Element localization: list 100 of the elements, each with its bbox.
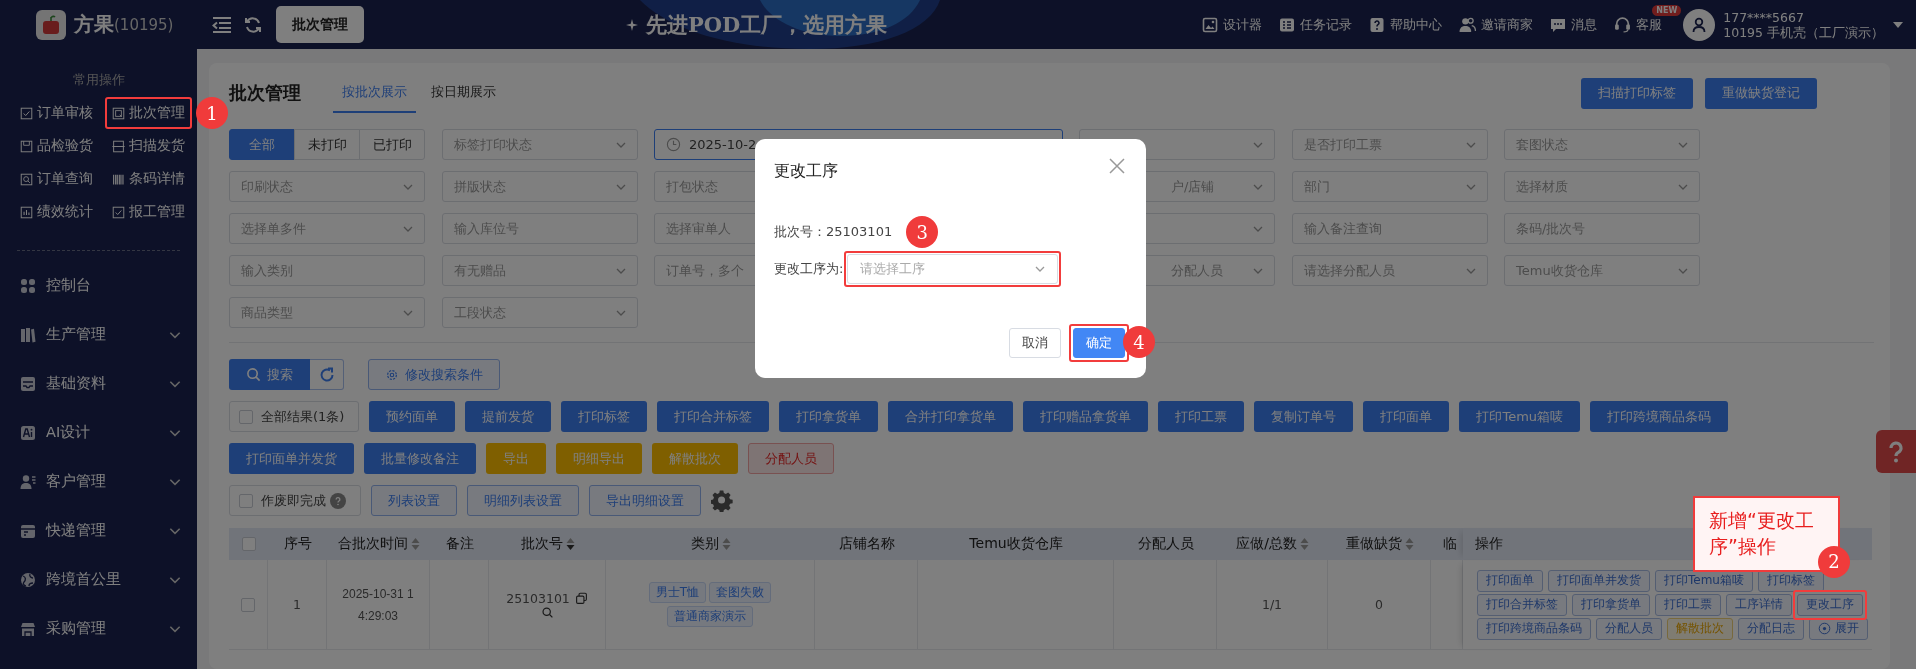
filter-segment[interactable]: 已打印 [359, 129, 425, 160]
quick-link[interactable]: 订单查询 [17, 167, 96, 191]
store-icon [20, 620, 36, 637]
header-link[interactable]: 消息 [1550, 15, 1598, 34]
action-button[interactable]: 打印赠品拿货单 [1023, 401, 1149, 432]
row-action-button[interactable]: 打印面单 [1477, 569, 1543, 592]
modify-search-button[interactable]: 修改搜索条件 [368, 359, 500, 390]
checkbox[interactable] [239, 493, 253, 508]
filter-segment[interactable]: 未打印 [294, 129, 360, 160]
category-tag: 男士T恤 [648, 582, 707, 603]
batch-number: 25103101 [506, 590, 570, 606]
sparkle-icon [626, 18, 638, 31]
page-title: 批次管理 [229, 81, 301, 105]
row-action-button[interactable]: 工序详情 [1726, 593, 1792, 616]
sidebar-item[interactable]: 基础资料 [0, 359, 197, 408]
globe-icon [20, 571, 36, 588]
row-action-button[interactable]: 解散批次 [1667, 617, 1733, 640]
action-button[interactable]: 打印工票 [1158, 401, 1245, 432]
settings-icon[interactable] [711, 489, 733, 512]
checkbox-group[interactable]: 作废即完成 [229, 485, 361, 516]
sidebar-item[interactable]: AI设计 [0, 408, 197, 457]
checkbox-group[interactable]: 全部结果(1条) [229, 401, 360, 432]
quick-link[interactable]: 绩效统计 [17, 200, 96, 224]
category-tag: 套图失败 [709, 582, 772, 603]
row-action-button[interactable]: 打印面单并发货 [1548, 569, 1650, 592]
row-index: 1 [293, 597, 301, 612]
dialog-button[interactable]: 取消 [1009, 328, 1061, 358]
sort-icon[interactable] [1404, 537, 1414, 551]
header-link[interactable]: 邀请商家 [1459, 15, 1534, 34]
quick-link[interactable]: 条码详情 [109, 167, 188, 191]
sidebar-item[interactable]: 生产管理 [0, 310, 197, 359]
action-button[interactable]: 导出 [486, 443, 546, 474]
checkbox[interactable] [239, 409, 253, 424]
header-button[interactable]: 重做缺货登记 [1705, 77, 1817, 109]
quick-link[interactable]: 订单审核 [17, 101, 96, 125]
column-header: 序号 [283, 535, 312, 553]
quick-link[interactable]: 批次管理 [109, 101, 188, 125]
row-action-button[interactable]: 打印工票 [1655, 593, 1721, 616]
check-square-icon [112, 205, 125, 219]
action-button[interactable]: 打印面单 [1363, 401, 1450, 432]
search-button[interactable]: 搜索 [229, 359, 310, 390]
action-button[interactable]: 解散批次 [652, 443, 738, 474]
refresh-icon[interactable] [244, 15, 262, 34]
dialog-button[interactable]: 确定 [1073, 328, 1125, 358]
menu-icon[interactable] [212, 15, 232, 34]
column-header: 分配人员 [1137, 535, 1194, 553]
sort-icon[interactable] [721, 537, 731, 551]
action-button[interactable]: 批量修改备注 [364, 443, 476, 474]
view-tab[interactable]: 按日期展示 [422, 73, 505, 113]
header-link[interactable]: 设计器 [1202, 15, 1263, 34]
action-button[interactable]: 导出明细设置 [589, 485, 701, 516]
action-button[interactable]: 复制订单号 [1254, 401, 1354, 432]
action-button[interactable]: 打印合并标签 [657, 401, 770, 432]
row-action-button[interactable]: 打印拿货单 [1572, 593, 1650, 616]
row-action-button[interactable]: 分配人员 [1596, 617, 1662, 640]
action-button[interactable]: 打印拿货单 [779, 401, 879, 432]
checkbox[interactable] [241, 597, 255, 612]
process-select[interactable]: 请选择工序 [847, 254, 1059, 284]
sidebar-item[interactable]: 客户管理 [0, 457, 197, 506]
action-button[interactable]: 列表设置 [371, 485, 457, 516]
quick-link[interactable]: 品检验货 [17, 134, 96, 158]
view-tab[interactable]: 按批次展示 [333, 73, 416, 113]
action-button[interactable]: 明细导出 [556, 443, 642, 474]
row-action-button[interactable]: 更改工序 [1797, 593, 1863, 616]
action-button[interactable]: 明细列表设置 [467, 485, 579, 516]
quick-link[interactable]: 报工管理 [109, 200, 188, 224]
row-action-button[interactable]: 打印合并标签 [1477, 593, 1567, 616]
header-link[interactable]: 任务记录 [1279, 15, 1353, 34]
help-tab[interactable] [1876, 430, 1916, 473]
action-button[interactable]: 分配人员 [748, 443, 834, 474]
action-button[interactable]: 打印面单并发货 [229, 443, 354, 474]
sort-icon[interactable] [1299, 537, 1309, 551]
chart-icon [20, 205, 33, 219]
checkbox[interactable] [241, 537, 256, 551]
header-link[interactable]: 帮助中心 [1369, 15, 1443, 34]
ai-icon [20, 424, 36, 441]
action-button[interactable]: 打印跨境商品条码 [1590, 401, 1729, 432]
action-button[interactable]: 合并打印拿货单 [888, 401, 1014, 432]
reset-button[interactable] [310, 359, 344, 390]
sort-icon[interactable] [410, 537, 420, 551]
header-link[interactable]: 客服 [1614, 15, 1663, 34]
quick-link[interactable]: 扫描发货 [109, 134, 188, 158]
row-action-button[interactable]: 打印跨境商品条码 [1477, 617, 1591, 640]
sidebar-item[interactable]: 跨境首公里 [0, 555, 197, 604]
action-button[interactable]: 打印标签 [561, 401, 648, 432]
action-button[interactable]: 提前发货 [465, 401, 552, 432]
sort-icon[interactable] [565, 537, 575, 551]
expand-button[interactable]: 展开 [1809, 617, 1868, 640]
action-button[interactable]: 预约面单 [369, 401, 456, 432]
books-icon [20, 326, 36, 343]
sidebar-item[interactable]: 快递管理 [0, 506, 197, 555]
headset-icon [1614, 16, 1632, 33]
sidebar-item[interactable]: 采购管理 [0, 604, 197, 653]
filter-segment[interactable]: 全部 [229, 129, 295, 160]
avatar-icon[interactable] [1683, 8, 1716, 41]
action-button[interactable]: 打印Temu箱唛 [1459, 401, 1581, 432]
sidebar-item[interactable]: 控制台 [0, 261, 197, 310]
row-action-button[interactable]: 分配日志 [1738, 617, 1804, 640]
page-tab[interactable]: 批次管理 [276, 6, 364, 43]
header-button[interactable]: 扫描打印标签 [1581, 77, 1693, 109]
